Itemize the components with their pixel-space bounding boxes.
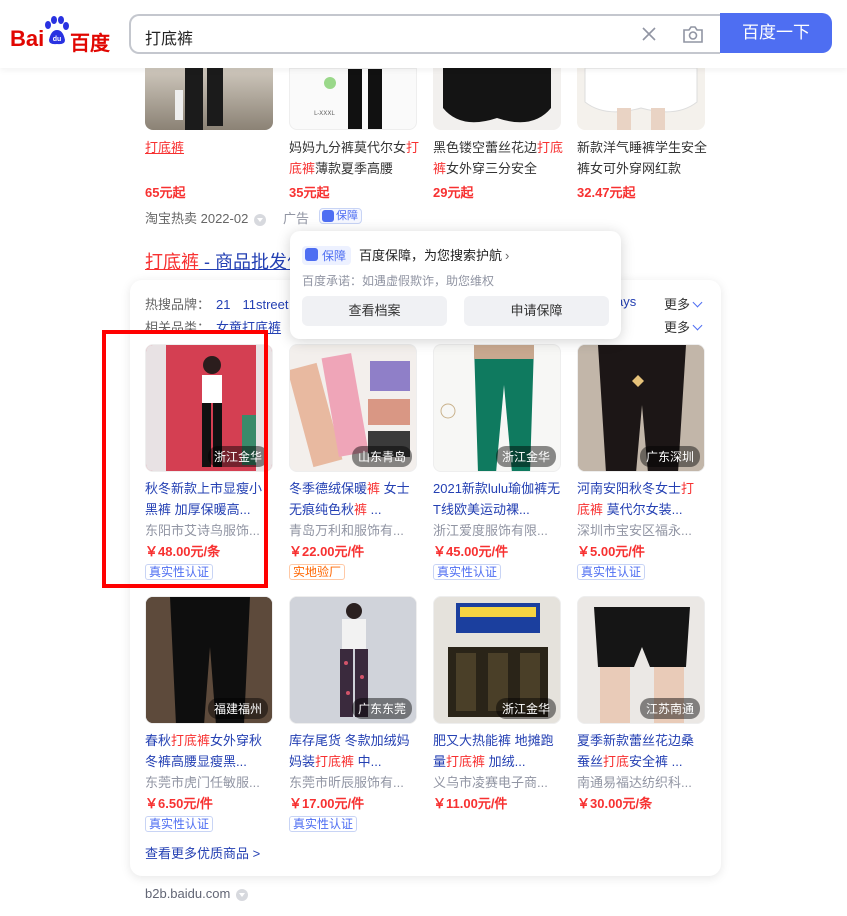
tile-title[interactable]: 肥又大热能裤 地摊跑量打底裤 加绒... [433, 730, 561, 772]
apply-guarantee-button[interactable]: 申请保障 [464, 296, 609, 326]
tile-price: ￥17.00元/件 [289, 796, 365, 811]
tile-price: ￥11.00元/件 [433, 796, 508, 811]
seller-name[interactable]: 东莞市昕辰服饰有... [289, 772, 404, 791]
location-badge: 山东青岛 [351, 446, 412, 467]
highlight-box [102, 330, 268, 588]
svg-text:L-XXXL: L-XXXL [314, 110, 335, 117]
seller-name[interactable]: 浙江爱度服饰有限... [433, 520, 548, 539]
result-url: b2b.baidu.com [145, 886, 249, 901]
tile-price: ￥6.50元/件 [145, 796, 213, 811]
tile-price: ￥5.00元/件 [577, 544, 645, 559]
product-price: 32.47元起 [577, 185, 636, 200]
guarantee-badge: 保障 [302, 246, 352, 265]
location-badge: 福建福州 [207, 698, 268, 719]
guarantee-popup: 保障 百度保障，为您搜索护航 › 百度承诺：如遇虚假欺诈，助您维权 查看档案 申请保… [290, 231, 621, 339]
dropdown-icon[interactable] [254, 213, 267, 226]
more-categories-button[interactable]: 更多 [664, 317, 703, 336]
chevron-down-icon [692, 320, 703, 331]
product-image[interactable]: 广东深圳 [577, 344, 705, 472]
tile-price: ￥30.00元/条 [577, 796, 653, 811]
seller-name[interactable]: 南通易福达纺织科... [577, 772, 692, 791]
tile-title[interactable]: 冬季德绒保暖裤 女士无痕纯色秋裤 ... [289, 478, 417, 520]
product-title[interactable]: 新款洋气睡裤学生安全裤女可外穿网红款 [577, 137, 709, 179]
cert-badge: 真实性认证 [433, 564, 502, 580]
camera-icon[interactable] [682, 24, 704, 44]
popup-promise: 百度承诺：如遇虚假欺诈，助您维权 [302, 274, 495, 288]
paw-icon: du [45, 16, 69, 45]
product-image[interactable] [145, 68, 273, 130]
more-brands-button[interactable]: 更多 [664, 294, 703, 313]
see-more-link[interactable]: 查看更多优质商品 > [145, 843, 260, 862]
hot-brands-row: 热搜品牌： 21 11street [145, 297, 289, 312]
search-input[interactable]: 打底裤 [145, 25, 193, 49]
product-price: 29元起 [433, 185, 474, 200]
tile-title[interactable]: 河南安阳秋冬女士打底裤 莫代尔女装... [577, 478, 705, 520]
hot-brand-link[interactable]: 11street [242, 297, 288, 312]
ad-label: 广告 [283, 211, 310, 226]
location-badge: 广东东莞 [351, 698, 412, 719]
product-image[interactable]: 福建福州 [145, 596, 273, 724]
product-price: 35元起 [289, 185, 330, 200]
check-icon [305, 248, 318, 261]
chevron-down-icon [692, 297, 703, 308]
cert-badge: 实地验厂 [289, 564, 346, 580]
tile-price: ￥45.00元/件 [433, 544, 509, 559]
view-profile-button[interactable]: 查看档案 [302, 296, 447, 326]
svg-text:du: du [53, 36, 62, 43]
product-image[interactable] [433, 68, 561, 130]
search-button[interactable]: 百度一下 [720, 13, 832, 53]
chevron-right-icon: › [505, 248, 510, 263]
product-title[interactable]: 打底裤 [145, 137, 277, 158]
location-badge: 广东深圳 [639, 446, 700, 467]
product-title[interactable]: 妈妈九分裤莫代尔女打底裤薄款夏季高腰 [289, 137, 421, 179]
cert-badge: 真实性认证 [289, 816, 358, 832]
product-image[interactable]: 浙江金华 [433, 596, 561, 724]
search-box[interactable]: 打底裤 [129, 14, 720, 54]
popup-headline[interactable]: 保障 百度保障，为您搜索护航 › [302, 245, 509, 265]
close-icon[interactable] [640, 25, 658, 43]
baidu-logo[interactable]: Bai du 百度 [10, 16, 114, 55]
top-bar: Bai du 百度 打底裤 百度一下 [0, 0, 847, 68]
seller-name[interactable]: 义乌市凌赛电子商... [433, 772, 548, 791]
location-badge: 江苏南通 [639, 698, 700, 719]
seller-name[interactable]: 东莞市虎门任敏服... [145, 772, 260, 791]
b2b-result-title[interactable]: 打底裤 - 商品批发价 [145, 248, 305, 274]
tile-title[interactable]: 2021新款lulu瑜伽裤无T线欧美运动裸... [433, 478, 561, 520]
product-price: 65元起 [145, 185, 186, 200]
product-image[interactable]: 江苏南通 [577, 596, 705, 724]
result-source: 淘宝热卖 2022-02 [145, 208, 267, 226]
cert-badge: 真实性认证 [577, 564, 646, 580]
product-image[interactable]: 山东青岛 [289, 344, 417, 472]
hot-brand-link[interactable]: 21 [216, 297, 230, 312]
logo-text-left: Bai [10, 26, 45, 51]
logo-text-right: 百度 [70, 33, 110, 55]
tile-title[interactable]: 春秋打底裤女外穿秋冬裤高腰显瘦黑... [145, 730, 273, 772]
seller-name[interactable]: 青岛万利和服饰有... [289, 520, 404, 539]
dropdown-icon[interactable] [236, 888, 249, 901]
tile-title[interactable]: 库存尾货 冬款加绒妈妈装打底裤 中... [289, 730, 417, 772]
location-badge: 浙江金华 [495, 446, 556, 467]
product-image[interactable] [577, 68, 705, 130]
tile-price: ￥22.00元/件 [289, 544, 365, 559]
guarantee-badge[interactable]: 保障 [319, 208, 362, 224]
product-image[interactable]: L-XXXL [289, 68, 417, 130]
product-image[interactable]: 浙江金华 [433, 344, 561, 472]
check-icon [322, 210, 334, 222]
cert-badge: 真实性认证 [145, 816, 214, 832]
tile-title[interactable]: 夏季新款蕾丝花边桑蚕丝打底安全裤 ... [577, 730, 705, 772]
location-badge: 浙江金华 [495, 698, 556, 719]
product-image[interactable]: 广东东莞 [289, 596, 417, 724]
product-title[interactable]: 黑色镂空蕾丝花边打底裤女外穿三分安全 [433, 137, 565, 179]
seller-name[interactable]: 深圳市宝安区福永... [577, 520, 692, 539]
